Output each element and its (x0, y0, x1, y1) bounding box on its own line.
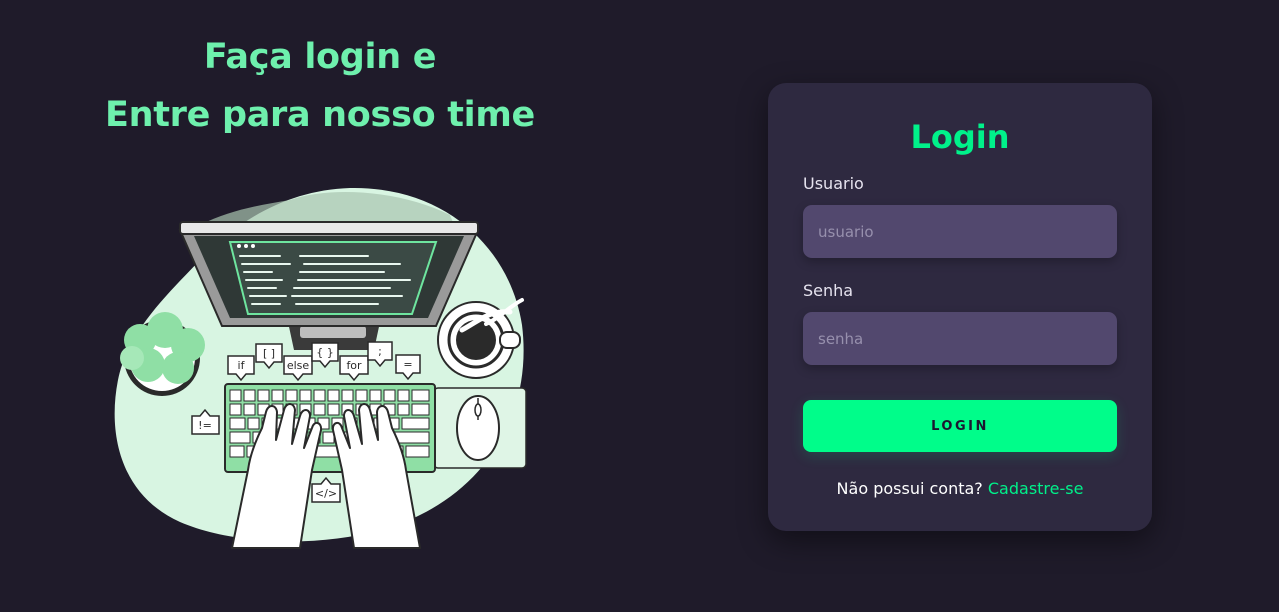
password-label: Senha (803, 281, 854, 300)
password-input[interactable] (803, 312, 1117, 365)
hero-title-line-2: Entre para nosso time (105, 95, 535, 135)
bubble-semicolon-text: ; (378, 345, 382, 358)
bubble-braces-text: { } (316, 346, 334, 359)
hero-title: Faça login e Entre para nosso time (90, 28, 550, 144)
bubble-else-text: else (287, 359, 310, 372)
developer-coding-illustration: if [ ] else { } for ; = != </> (114, 187, 527, 549)
username-label: Usuario (803, 174, 864, 193)
signup-prompt-text: Não possui conta? (836, 479, 983, 498)
monitor-icon (178, 221, 480, 327)
bubble-equals-text: = (403, 358, 412, 371)
bubble-not-equal-text: != (198, 419, 212, 432)
login-card: Login Usuario Senha LOGIN Não possui con… (768, 83, 1152, 531)
signup-link[interactable]: Cadastre-se (988, 479, 1084, 498)
bubble-for-text: for (346, 359, 362, 372)
signup-prompt-line: Não possui conta? Cadastre-se (768, 479, 1152, 499)
bubble-brackets-text: [ ] (263, 347, 275, 360)
mouse-icon (433, 387, 527, 469)
bubble-tag-text: </> (315, 487, 337, 500)
login-page: Faça login e Entre para nosso time if [… (0, 0, 1279, 612)
bubble-if-text: if (238, 359, 246, 372)
hero-title-line-1: Faça login e (203, 37, 437, 77)
login-button[interactable]: LOGIN (803, 400, 1117, 452)
login-title: Login (910, 118, 1010, 156)
username-input[interactable] (803, 205, 1117, 258)
